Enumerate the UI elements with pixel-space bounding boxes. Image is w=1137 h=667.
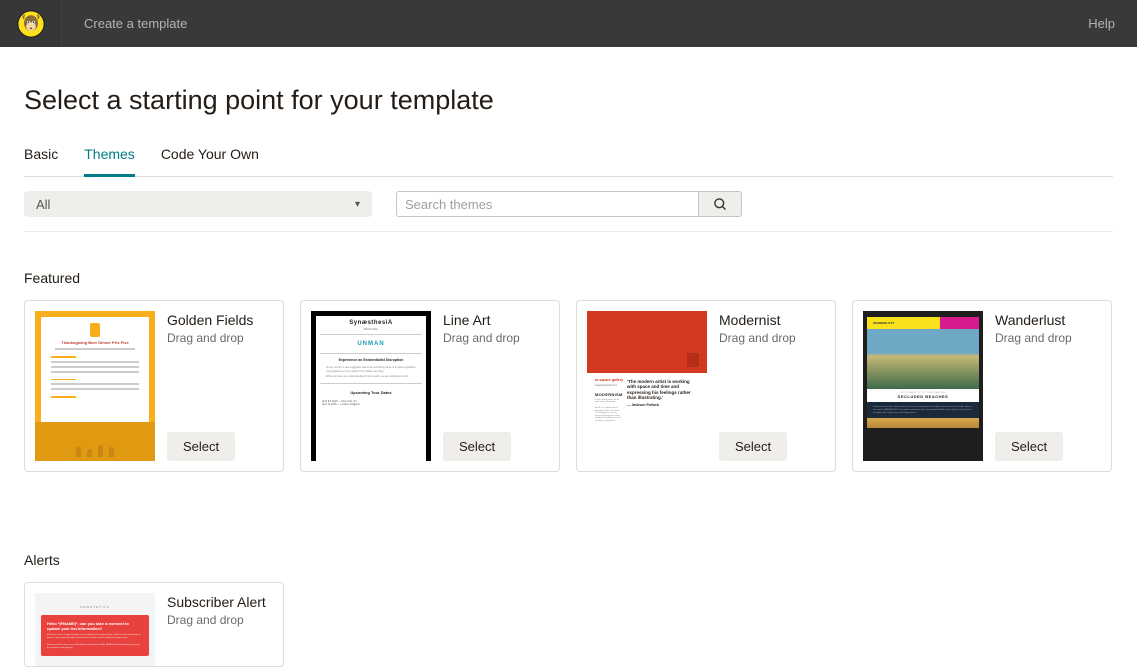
section-title-alerts: Alerts xyxy=(24,472,1113,582)
template-card: NEWSTETICS Hello *|FNAME|*, can you take… xyxy=(24,582,284,667)
template-title: Subscriber Alert xyxy=(167,593,273,611)
mailchimp-icon xyxy=(17,10,45,38)
thumb-text: 'The modern artist is working with space… xyxy=(627,379,699,401)
select-button[interactable]: Select xyxy=(719,432,787,461)
search-button[interactable] xyxy=(698,191,742,217)
template-title: Wanderlust xyxy=(995,311,1101,329)
template-title: Golden Fields xyxy=(167,311,273,329)
thumb-text: SECLUDED BEACHES xyxy=(870,394,976,399)
thumb-text: World Tour xyxy=(320,327,422,335)
alerts-grid: NEWSTETICS Hello *|FNAME|*, can you take… xyxy=(24,582,1113,667)
template-subtitle: Drag and drop xyxy=(443,331,549,345)
thumb-text: Hello *|FNAME|*, can you take a moment t… xyxy=(47,621,143,631)
template-thumb[interactable]: WANDERLUST THE PLANET'S TOP FASCINATING … xyxy=(863,311,983,461)
category-select[interactable]: All ▾ xyxy=(24,191,372,217)
template-card: WANDERLUST THE PLANET'S TOP FASCINATING … xyxy=(852,300,1112,472)
topbar: Create a template Help xyxy=(0,0,1137,47)
template-card: Thanksgiving Beer Dinner Prix Fixe Golde… xyxy=(24,300,284,472)
thumb-text: Upcoming Tour Dates xyxy=(320,383,422,397)
search-icon xyxy=(713,197,728,212)
thumb-text: Experience an Existentialist Disruption xyxy=(316,354,426,366)
topbar-left: Create a template xyxy=(0,0,187,47)
template-thumb[interactable]: SynæsthesiA World Tour UNMAN Experience … xyxy=(311,311,431,461)
select-button[interactable]: Select xyxy=(443,432,511,461)
category-select-label: All xyxy=(36,197,50,212)
template-card: SynæsthesiA World Tour UNMAN Experience … xyxy=(300,300,560,472)
thumb-text: NEWSTETICS xyxy=(41,599,149,615)
thumb-text: Learning Series # 4 xyxy=(595,384,623,387)
thumb-text: m-square gallery xyxy=(595,379,623,383)
tab-themes[interactable]: Themes xyxy=(84,146,135,177)
featured-grid: Thanksgiving Beer Dinner Prix Fixe Golde… xyxy=(24,300,1113,472)
section-title-featured: Featured xyxy=(24,232,1113,300)
template-title: Modernist xyxy=(719,311,825,329)
thumb-text: Thanksgiving Beer Dinner Prix Fixe xyxy=(45,341,145,345)
page-title: Select a starting point for your templat… xyxy=(24,47,1113,146)
thumb-text: MODERNISM xyxy=(595,392,623,397)
template-thumb[interactable]: Thanksgiving Beer Dinner Prix Fixe xyxy=(35,311,155,461)
topbar-title: Create a template xyxy=(62,16,187,31)
thumb-text: — Jackson Pollock xyxy=(627,403,699,407)
chevron-down-icon: ▾ xyxy=(355,199,360,210)
thumb-text: UNMAN xyxy=(320,335,422,354)
filter-row: All ▾ xyxy=(24,177,1113,232)
thumb-text: SynæsthesiA xyxy=(316,316,426,327)
help-link[interactable]: Help xyxy=(1088,16,1137,31)
template-subtitle: Drag and drop xyxy=(719,331,825,345)
template-thumb[interactable]: m-square gallery Learning Series # 4 MOD… xyxy=(587,311,707,461)
template-subtitle: Drag and drop xyxy=(995,331,1101,345)
template-title: Line Art xyxy=(443,311,549,329)
tabs: Basic Themes Code Your Own xyxy=(24,146,1113,177)
logo[interactable] xyxy=(0,0,62,47)
template-thumb[interactable]: NEWSTETICS Hello *|FNAME|*, can you take… xyxy=(35,593,155,667)
template-card: m-square gallery Learning Series # 4 MOD… xyxy=(576,300,836,472)
tab-code-your-own[interactable]: Code Your Own xyxy=(161,146,259,177)
select-button[interactable]: Select xyxy=(167,432,235,461)
thumb-text: WANDERLUST xyxy=(867,321,894,325)
search-input[interactable] xyxy=(396,191,698,217)
content: Select a starting point for your templat… xyxy=(0,47,1137,667)
search-wrap xyxy=(396,191,742,217)
select-button[interactable]: Select xyxy=(995,432,1063,461)
template-subtitle: Drag and drop xyxy=(167,331,273,345)
template-subtitle: Drag and drop xyxy=(167,613,273,627)
tab-basic[interactable]: Basic xyxy=(24,146,58,177)
